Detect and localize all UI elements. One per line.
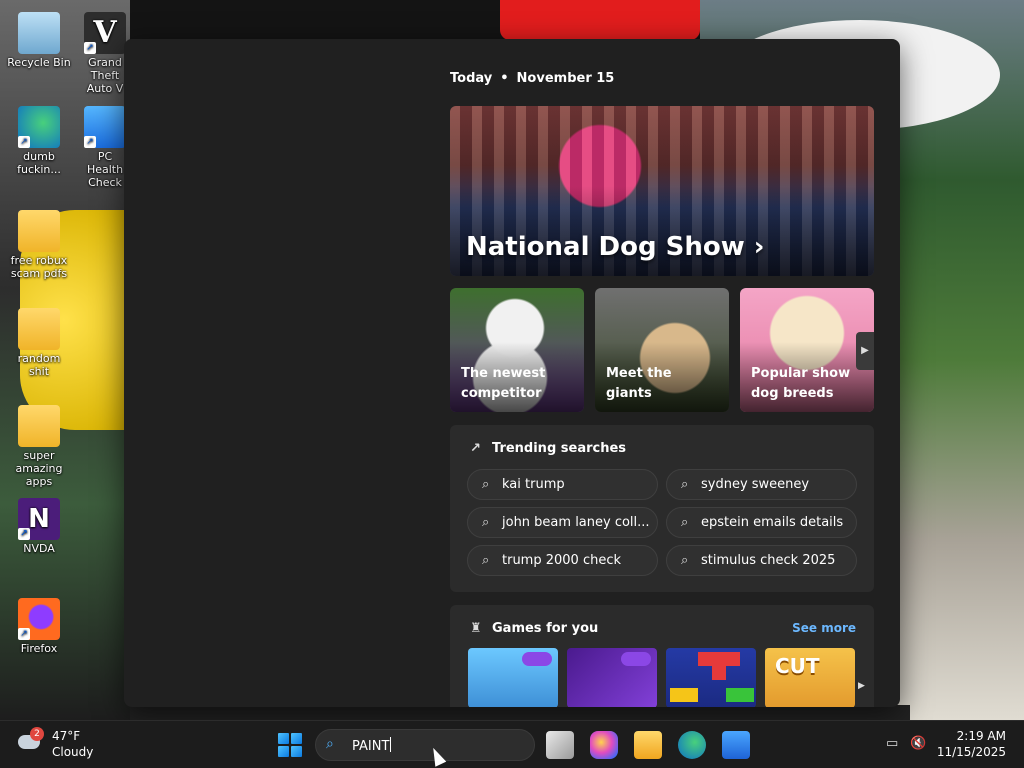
crazy-games-badge-icon <box>522 652 552 666</box>
wallpaper-bottom <box>130 705 910 720</box>
search-icon: ⌕ <box>482 477 490 492</box>
desktop-icon-nvda[interactable]: N ↗ NVDA <box>6 498 72 555</box>
edge-icon[interactable] <box>678 731 706 759</box>
see-more-link[interactable]: See more <box>792 621 856 635</box>
trending-chip[interactable]: ⌕ john beam laney coll... <box>467 507 658 538</box>
search-icon: ⌕ <box>326 736 334 752</box>
file-explorer-icon[interactable] <box>634 731 662 759</box>
game-piece-icon: ♜ <box>470 621 482 636</box>
search-widgets-panel: Today • November 15 National Dog Show › Th… <box>124 39 900 707</box>
recycle-bin-icon <box>18 12 60 54</box>
story-card[interactable]: Popular show dog breeds <box>740 288 874 412</box>
search-icon: ⌕ <box>681 553 689 568</box>
games-header: ♜ Games for you <box>470 621 598 636</box>
panel-content: Today • November 15 National Dog Show › Th… <box>450 39 874 707</box>
desktop-icon-label: Grand Theft Auto V <box>86 56 124 95</box>
start-button[interactable] <box>278 733 302 757</box>
desktop-icon-label: random shit <box>17 352 61 378</box>
game-tile-text: CUT <box>775 654 820 678</box>
desktop-icon-label: super amazing apps <box>15 449 63 488</box>
folder-icon <box>18 405 60 447</box>
trending-arrow-icon: ↗ <box>470 441 481 456</box>
trending-chip[interactable]: ⌕ trump 2000 check <box>467 545 658 576</box>
story-card-label: Popular show dog breeds <box>751 366 851 401</box>
hero-title: National Dog Show › <box>466 232 765 262</box>
desktop-icon-label: NVDA <box>23 542 55 555</box>
search-icon: ⌕ <box>482 553 490 568</box>
search-icon: ⌕ <box>482 515 490 530</box>
taskbar: 2 47°F Cloudy ⌕ PAINT ▭ 🔇 2:19 AM 11/15/… <box>0 720 1024 768</box>
volume-muted-icon[interactable]: 🔇 <box>910 736 926 752</box>
notification-badge: 2 <box>30 727 44 741</box>
story-card-label: Meet the giants <box>606 366 672 401</box>
desktop-icon-label: free robux scam pdfs <box>10 254 68 280</box>
separator-dot: • <box>500 71 509 86</box>
task-view-icon[interactable] <box>546 731 574 759</box>
date-header: Today • November 15 <box>450 71 614 86</box>
crazy-games-badge-icon <box>621 652 651 666</box>
windows-logo-icon <box>278 733 289 744</box>
taskbar-search-box[interactable]: ⌕ PAINT <box>315 729 535 761</box>
games-title: Games for you <box>492 621 599 636</box>
nvda-icon: N ↗ <box>18 498 60 540</box>
copilot-icon[interactable] <box>590 731 618 759</box>
hero-card[interactable]: National Dog Show › <box>450 106 874 276</box>
network-icon[interactable]: ▭ <box>886 736 902 752</box>
trending-chip[interactable]: ⌕ stimulus check 2025 <box>666 545 857 576</box>
desktop-icon-label: dumb fuckin... <box>17 150 61 176</box>
date-label: November 15 <box>516 71 615 86</box>
games-section: ♜ Games for you See more CUT ▶ <box>450 605 874 707</box>
search-input[interactable]: PAINT <box>352 737 392 754</box>
folder-icon <box>18 308 60 350</box>
wallpaper-youtube-logo <box>500 0 700 40</box>
pc-health-icon: ↗ <box>84 106 126 148</box>
weather-condition: Cloudy <box>52 745 94 759</box>
desktop-icon-label: Recycle Bin <box>7 56 71 69</box>
trending-searches: ↗ Trending searches ⌕ kai trump ⌕ sydney sw… <box>450 425 874 592</box>
gta-icon: V ↗ <box>84 12 126 54</box>
text-caret <box>390 737 392 752</box>
games-next-arrow-icon[interactable]: ▶ <box>858 681 872 691</box>
desktop-icon-folder-robux[interactable]: free robux scam pdfs <box>6 210 72 280</box>
story-card[interactable]: Meet the giants <box>595 288 729 412</box>
game-tile[interactable] <box>468 648 558 707</box>
desktop-icon-edge-shortcut[interactable]: ↗ dumb fuckin... <box>6 106 72 176</box>
firefox-icon: ↗ <box>18 598 60 640</box>
edge-icon: ↗ <box>18 106 60 148</box>
trending-chip[interactable]: ⌕ epstein emails details <box>666 507 857 538</box>
desktop-icon-firefox[interactable]: ↗ Firefox <box>6 598 72 655</box>
today-label: Today <box>450 71 493 86</box>
clock-date: 11/15/2025 <box>936 745 1006 759</box>
microsoft-store-icon[interactable] <box>722 731 750 759</box>
story-card-label: The newest competitor <box>461 366 546 401</box>
trending-chip[interactable]: ⌕ sydney sweeney <box>666 469 857 500</box>
cards-next-arrow-icon[interactable]: ▶ <box>856 332 874 370</box>
game-tile[interactable]: CUT <box>765 648 855 707</box>
desktop-icon-recycle-bin[interactable]: Recycle Bin <box>6 12 72 69</box>
desktop-icon-label: Firefox <box>20 642 58 655</box>
clock-time: 2:19 AM <box>956 729 1006 743</box>
weather-widget[interactable]: 2 47°F Cloudy <box>18 727 108 761</box>
search-icon: ⌕ <box>681 477 689 492</box>
trending-title: Trending searches <box>492 441 627 456</box>
game-tile[interactable] <box>666 648 756 707</box>
search-icon: ⌕ <box>681 515 689 530</box>
weather-temp: 47°F <box>52 729 81 743</box>
desktop-icon-label: PC Health Check <box>86 150 124 189</box>
folder-icon <box>18 210 60 252</box>
game-tile[interactable] <box>567 648 657 707</box>
desktop-icon-gta[interactable]: V ↗ Grand Theft Auto V <box>80 12 130 95</box>
desktop-icon-pc-health[interactable]: ↗ PC Health Check <box>80 106 130 189</box>
story-card[interactable]: The newest competitor <box>450 288 584 412</box>
trending-chip[interactable]: ⌕ kai trump <box>467 469 658 500</box>
system-clock[interactable]: 2:19 AM 11/15/2025 <box>937 728 1006 760</box>
desktop-icon-folder-random[interactable]: random shit <box>6 308 72 378</box>
desktop-icon-folder-apps[interactable]: super amazing apps <box>6 405 72 488</box>
trending-header: ↗ Trending searches <box>470 441 626 456</box>
story-cards: The newest competitor Meet the giants Po… <box>450 288 874 412</box>
